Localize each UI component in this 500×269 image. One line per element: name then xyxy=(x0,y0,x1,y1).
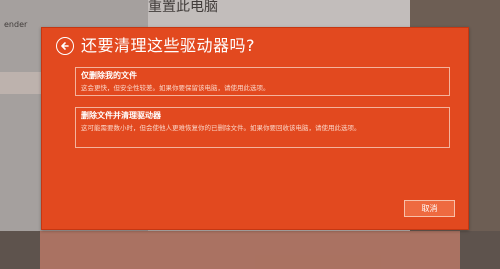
back-button[interactable] xyxy=(56,37,74,55)
dialog-header: 还要清理这些驱动器吗? xyxy=(56,34,255,58)
option-title: 仅删除我的文件 xyxy=(81,71,137,80)
dialog-title: 还要清理这些驱动器吗? xyxy=(81,36,255,55)
option-title: 删除文件并清理驱动器 xyxy=(81,111,161,120)
option-remove-files-only[interactable]: 仅删除我的文件 这会更快，但安全性较差。如果你要保留该电脑，请使用此选项。 xyxy=(75,67,450,96)
clean-drives-dialog: 还要清理这些驱动器吗? 仅删除我的文件 这会更快，但安全性较差。如果你要保留该电… xyxy=(41,27,469,230)
back-arrow-icon xyxy=(61,42,69,50)
option-remove-and-clean-drive[interactable]: 删除文件并清理驱动器 这可能需要数小时，但会使他人更难恢复你的已删除文件。如果你… xyxy=(75,107,450,148)
cancel-button[interactable]: 取消 xyxy=(404,200,455,217)
option-description: 这会更快，但安全性较差。如果你要保留该电脑，请使用此选项。 xyxy=(81,84,270,92)
option-description: 这可能需要数小时，但会使他人更难恢复你的已删除文件。如果你要回收该电脑，请使用此… xyxy=(81,124,361,132)
